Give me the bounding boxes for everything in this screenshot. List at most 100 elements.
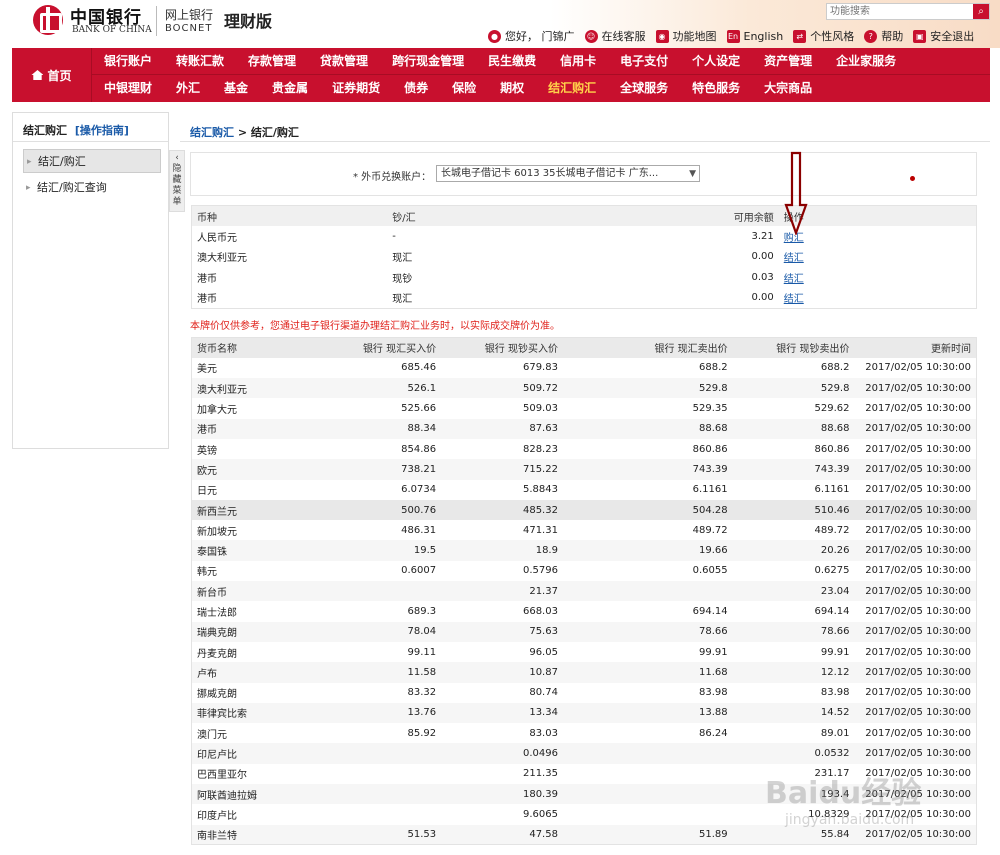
account-label: * 外币兑换账户： <box>353 172 432 183</box>
nav-item[interactable]: 民生缴费 <box>476 48 548 75</box>
nav-item[interactable]: 银行账户 <box>92 48 164 75</box>
nav-row-1: 银行账户 转账汇款 存款管理 贷款管理 跨行现金管理 民生缴费 信用卡 电子支付 个人设定 资产管… <box>92 48 990 75</box>
rate-cell: 743.39 <box>732 459 855 480</box>
rate-row: 印尼卢比 0.0496 0.0532 2017/02/05 10:30:00 <box>191 743 977 764</box>
bank-logo-icon[interactable] <box>33 5 63 35</box>
rate-cell: 巴西里亚尔 <box>197 770 247 782</box>
sidebar-item-exchange-query[interactable]: 结汇/购汇查询 <box>23 176 161 200</box>
rate-cell: 509.03 <box>522 403 558 415</box>
toggle-char: 隐 <box>172 164 182 174</box>
nav-item[interactable]: 中银理财 <box>92 75 164 102</box>
rate-cell: 525.66 <box>401 403 437 415</box>
user-icon: ● <box>488 29 501 43</box>
rate-row: 日元 6.0734 5.8843 6.1161 6.1161 2017/02/05 10:… <box>192 480 977 500</box>
link-english[interactable]: En English <box>726 29 783 43</box>
nav-item[interactable]: 跨行现金管理 <box>380 48 476 75</box>
nav-home[interactable]: 首页 <box>12 48 92 102</box>
nav-item[interactable]: 基金 <box>212 75 260 102</box>
rate-cell: 2017/02/05 10:30:00 <box>854 621 977 642</box>
rates-header-cell: 银行 现钞买入价 <box>441 337 563 358</box>
rate-cell: 2017/02/05 10:30:00 <box>854 418 977 439</box>
rate-cell: 88.34 <box>275 418 442 439</box>
toggle-char: 菜 <box>172 186 182 196</box>
rate-cell: 509.72 <box>441 378 563 399</box>
balance-amount: 0.00 <box>751 292 774 303</box>
rate-cell: 51.89 <box>562 824 733 845</box>
account-select[interactable]: 长城电子借记卡 6013 35长城电子借记卡 广东... ▼ <box>436 165 700 182</box>
rate-cell: 新西兰元 <box>191 499 276 521</box>
balance-currency: 澳大利亚元 <box>197 253 247 265</box>
rate-cell: 471.31 <box>522 524 558 536</box>
nav-item[interactable]: 证券期货 <box>320 75 392 102</box>
rate-cell: 丹麦克朗 <box>197 648 237 660</box>
nav-item[interactable]: 大宗商品 <box>752 75 824 102</box>
link-logout[interactable]: ▣ 安全退出 <box>913 28 974 44</box>
rate-cell: 瑞典克朗 <box>191 621 276 642</box>
rate-cell: 2017/02/05 10:30:00 <box>854 743 977 764</box>
rate-cell: 83.32 <box>407 687 437 699</box>
rates-header-cell: 更新时间 <box>854 337 977 358</box>
nav-home-label: 首页 <box>47 68 72 83</box>
rate-cell: 欧元 <box>191 459 276 480</box>
bocnet-label: BOCNET <box>165 23 213 34</box>
top-links: ● 您好， 门锦广 ☺ 在线客服 ◉ 功能地图 En English ⇄ 个性风… <box>488 28 984 44</box>
rate-cell: 港币 <box>191 418 276 439</box>
rate-cell: 80.74 <box>529 687 558 699</box>
rate-cell: 菲律宾比索 <box>191 702 276 724</box>
sidebar-item-exchange[interactable]: 结汇/购汇 <box>23 149 161 174</box>
nav-item[interactable]: 保险 <box>440 75 488 102</box>
rate-cell: 10.87 <box>441 662 563 683</box>
nav-item[interactable]: 存款管理 <box>236 48 308 75</box>
search-input[interactable] <box>827 4 967 19</box>
nav-item[interactable]: 特色服务 <box>680 75 752 102</box>
rate-cell: 529.35 <box>692 403 728 415</box>
map-pin-icon: ◉ <box>655 29 669 43</box>
link-style[interactable]: ⇄ 个性风格 <box>793 28 854 44</box>
balance-header-cell: 钞/汇 <box>387 205 583 226</box>
balance-action-cell: 结汇 <box>779 247 977 268</box>
link-label: 个性风格 <box>810 30 855 43</box>
nav-item[interactable]: 贵金属 <box>260 75 320 102</box>
toggle-char: 藏 <box>172 175 182 185</box>
nav-item[interactable]: 信用卡 <box>548 48 608 75</box>
sidebar-title-text: 结汇购汇 <box>23 124 67 137</box>
balance-row: 港币 现汇 0.00 结汇 <box>192 288 977 309</box>
rate-row: 泰国铢 19.5 18.9 19.66 20.26 2017/02/05 10:30:00 <box>191 540 977 561</box>
rate-cell: 83.98 <box>699 687 728 699</box>
rate-cell: 688.2 <box>699 362 728 374</box>
link-function-map[interactable]: ◉ 功能地图 <box>655 28 717 44</box>
search-icon[interactable]: ⌕ <box>973 4 989 19</box>
nav-item[interactable]: 转账汇款 <box>164 48 236 75</box>
nav-item[interactable]: 企业家服务 <box>824 48 908 75</box>
exchange-action-link[interactable]: 结汇 <box>784 294 804 305</box>
breadcrumb-parent[interactable]: 结汇购汇 <box>190 126 234 139</box>
operation-guide-link[interactable]: [操作指南] <box>75 124 129 137</box>
rate-cell: 486.31 <box>401 524 437 536</box>
header-divider <box>156 6 157 36</box>
nav-item[interactable]: 外汇 <box>164 75 212 102</box>
exchange-action-link[interactable]: 结汇 <box>784 274 804 285</box>
rate-cell: 78.66 <box>732 621 855 642</box>
balance-currency: 人民币元 <box>197 232 237 244</box>
nav-item[interactable]: 债券 <box>392 75 440 102</box>
nav-item[interactable]: 贷款管理 <box>308 48 380 75</box>
link-online-service[interactable]: ☺ 在线客服 <box>584 28 646 44</box>
rate-cell: 2017/02/05 10:30:00 <box>865 646 971 658</box>
exchange-action-link[interactable]: 结汇 <box>784 253 804 264</box>
rate-cell: 715.22 <box>441 459 563 480</box>
rate-cell: 743.39 <box>562 459 733 480</box>
watermark-sub: jingyan.baidu.com <box>785 812 915 828</box>
rate-cell: 679.83 <box>522 362 558 374</box>
nav-item[interactable]: 电子支付 <box>608 48 680 75</box>
nav-item[interactable]: 全球服务 <box>608 75 680 102</box>
nav-item[interactable]: 个人设定 <box>680 48 752 75</box>
nav-item[interactable]: 期权 <box>488 75 536 102</box>
rate-cell: 新台币 <box>191 581 276 602</box>
link-help[interactable]: ? 帮助 <box>864 28 903 44</box>
hide-menu-toggle[interactable]: ‹ 隐藏菜单 <box>169 150 185 212</box>
rate-cell: 88.68 <box>562 418 733 439</box>
rate-cell: 6.0734 <box>401 484 437 496</box>
logo-en: BANK OF CHINA <box>72 25 152 35</box>
nav-item[interactable]: 资产管理 <box>752 48 824 75</box>
nav-item[interactable]: 结汇购汇 <box>536 75 608 102</box>
